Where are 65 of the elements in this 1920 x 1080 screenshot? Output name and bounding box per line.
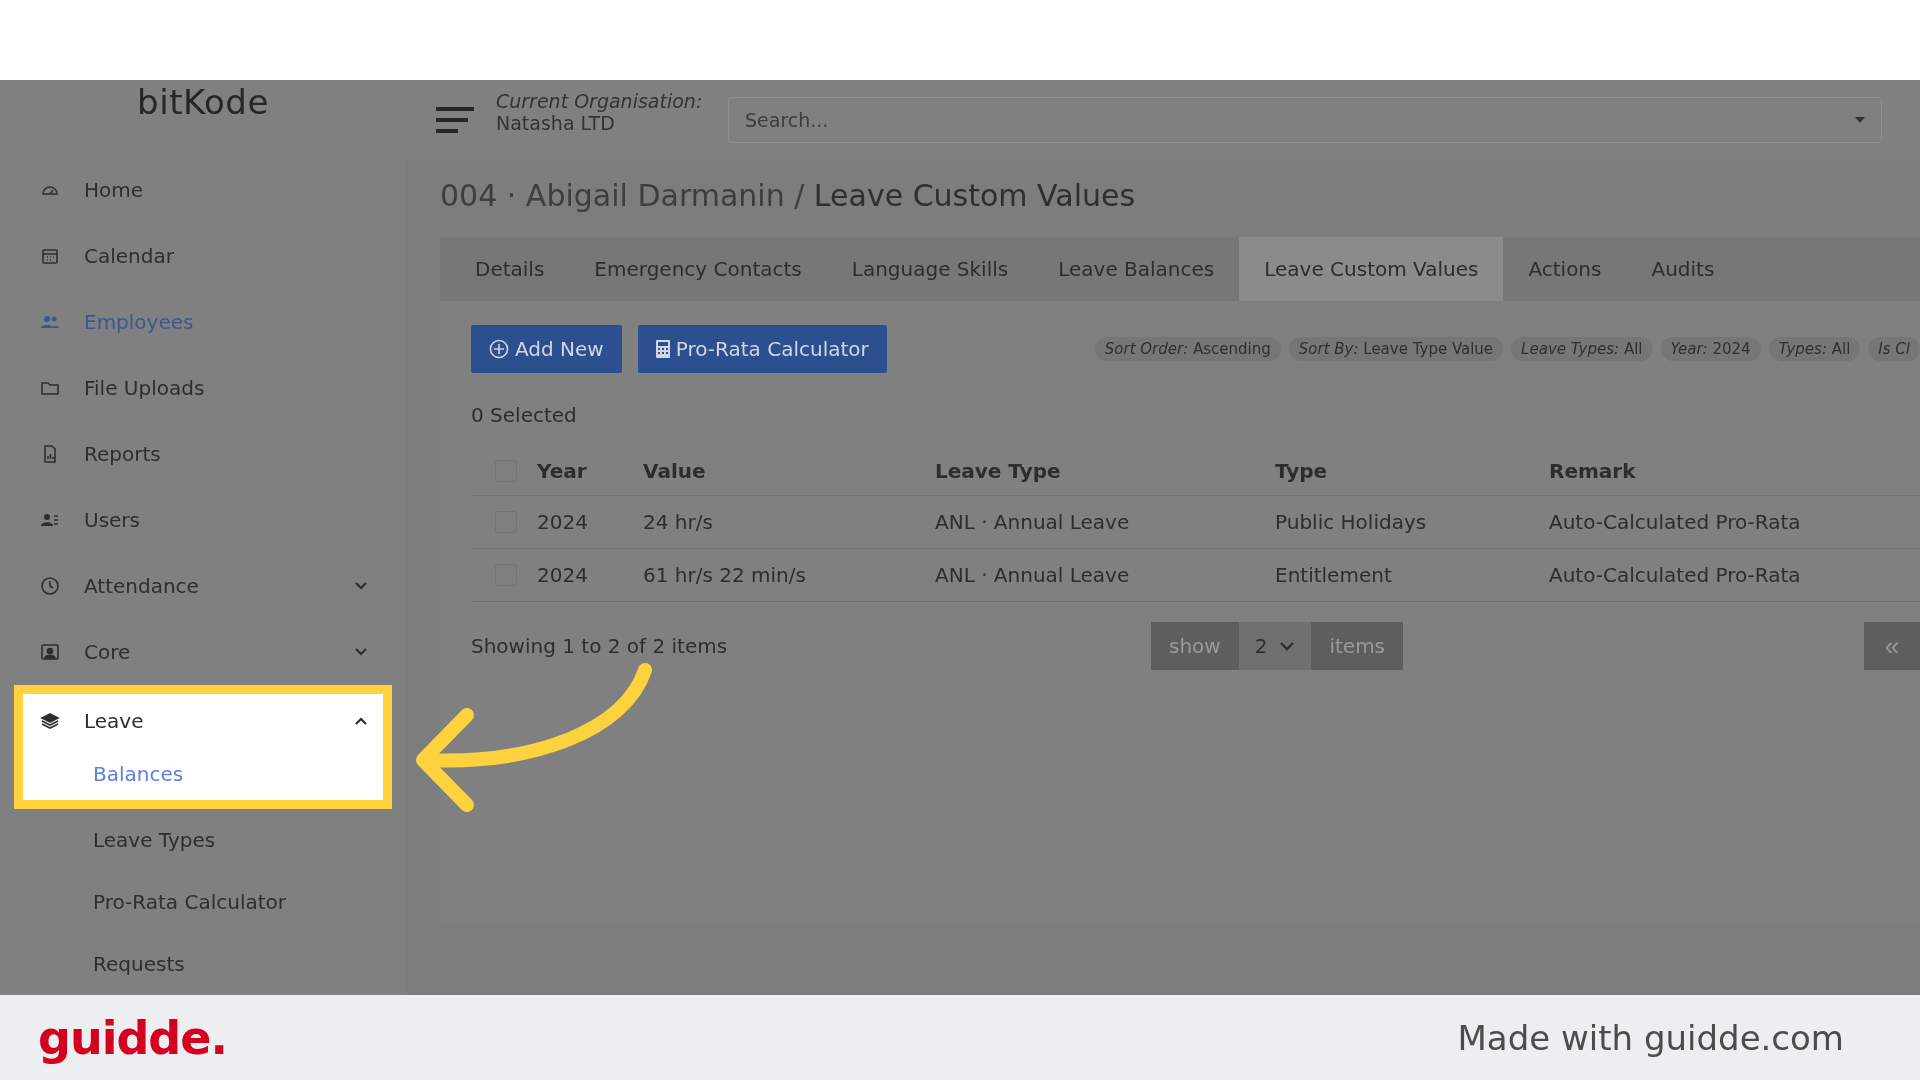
items-label: items [1311,622,1404,670]
sidebar-item[interactable]: File Uploads [0,355,406,421]
filter-chip[interactable]: Sort Order: Ascending [1094,337,1281,361]
organisation-label: Current Organisation: [496,90,704,112]
column-header: Value [643,459,706,483]
layers-icon [40,711,60,731]
plus-circle-icon [489,339,509,359]
submenu-item[interactable]: Leave Types [0,809,406,871]
chevron-down-icon [1279,641,1296,651]
portrait-icon [40,642,60,662]
clock-icon [40,576,60,596]
sidebar-item[interactable]: Leave [23,694,383,748]
show-label: show [1151,622,1239,670]
filter-chip[interactable]: Leave Types: All [1511,337,1653,361]
footer-credit: Made with guidde.com [1457,1017,1844,1058]
selection-count: 0 Selected [471,403,578,427]
sidebar-item[interactable]: Calendar [0,223,406,289]
sidebar-item[interactable]: Attendance [0,553,406,619]
app-logo: bitKode [137,81,269,122]
caret-icon [1854,116,1866,124]
submenu-item[interactable]: Balances [23,748,383,800]
table-cell: Auto-Calculated Pro-Rata [1549,563,1801,587]
first-page-button[interactable]: « [1864,622,1920,670]
tab[interactable]: Actions [1503,237,1627,301]
table-cell: 2024 [537,510,588,534]
calculator-icon [655,340,670,358]
table-cell: ANL · Annual Leave [935,510,1130,534]
table-cell: 61 hr/s 22 min/s [643,563,806,587]
sidebar-item[interactable]: Home [0,157,406,223]
table-cell: Entitlement [1275,563,1392,587]
column-header: Leave Type [935,459,1061,483]
table-cell: 24 hr/s [643,510,713,534]
submenu-item[interactable]: Pro-Rata Calculator [0,871,406,933]
sidebar-item[interactable]: Employees [0,289,406,355]
column-header: Remark [1549,459,1636,483]
page-title: 004 · Abigail Darmanin / Leave Custom Values [440,178,1137,213]
pagination-summary: Showing 1 to 2 of 2 items [471,634,729,658]
organisation-name: Natasha LTD [496,112,616,134]
footer-logo: guidde. [38,1010,227,1065]
add-button[interactable]: Add New [471,325,622,373]
tab[interactable]: Leave Balances [1033,237,1240,301]
calculator-button[interactable]: Pro-Rata Calculator [637,325,887,373]
table-cell: ANL · Annual Leave [935,563,1130,587]
tab[interactable]: Details [450,237,570,301]
sidebar-item[interactable]: Users [0,487,406,553]
column-header: Type [1275,459,1328,483]
filter-chip[interactable]: Year: 2024 [1660,337,1761,361]
filter-chip[interactable]: Is Cl [1868,337,1920,361]
table-cell: 2024 [537,563,588,587]
search-field[interactable]: Search... [728,97,1882,143]
tab[interactable]: Audits [1626,237,1740,301]
menu-icon[interactable] [436,105,474,135]
filter-chip[interactable]: Types: All [1768,337,1861,361]
sidebar-item[interactable]: Core [0,619,406,685]
tab[interactable]: Emergency Contacts [569,237,827,301]
submenu-item[interactable]: Requests [0,933,406,995]
sidebar-item[interactable]: Reports [0,421,406,487]
column-header: Year [537,459,587,483]
table-cell: Auto-Calculated Pro-Rata [1549,510,1801,534]
tab[interactable]: Language Skills [826,237,1034,301]
calendar-icon [40,246,60,266]
tab[interactable]: Leave Custom Values [1239,237,1504,301]
filter-chip[interactable]: Sort By: Leave Type Value [1288,337,1504,361]
table-cell: Public Holidays [1275,510,1427,534]
page-size-select[interactable]: 2 [1238,622,1312,670]
